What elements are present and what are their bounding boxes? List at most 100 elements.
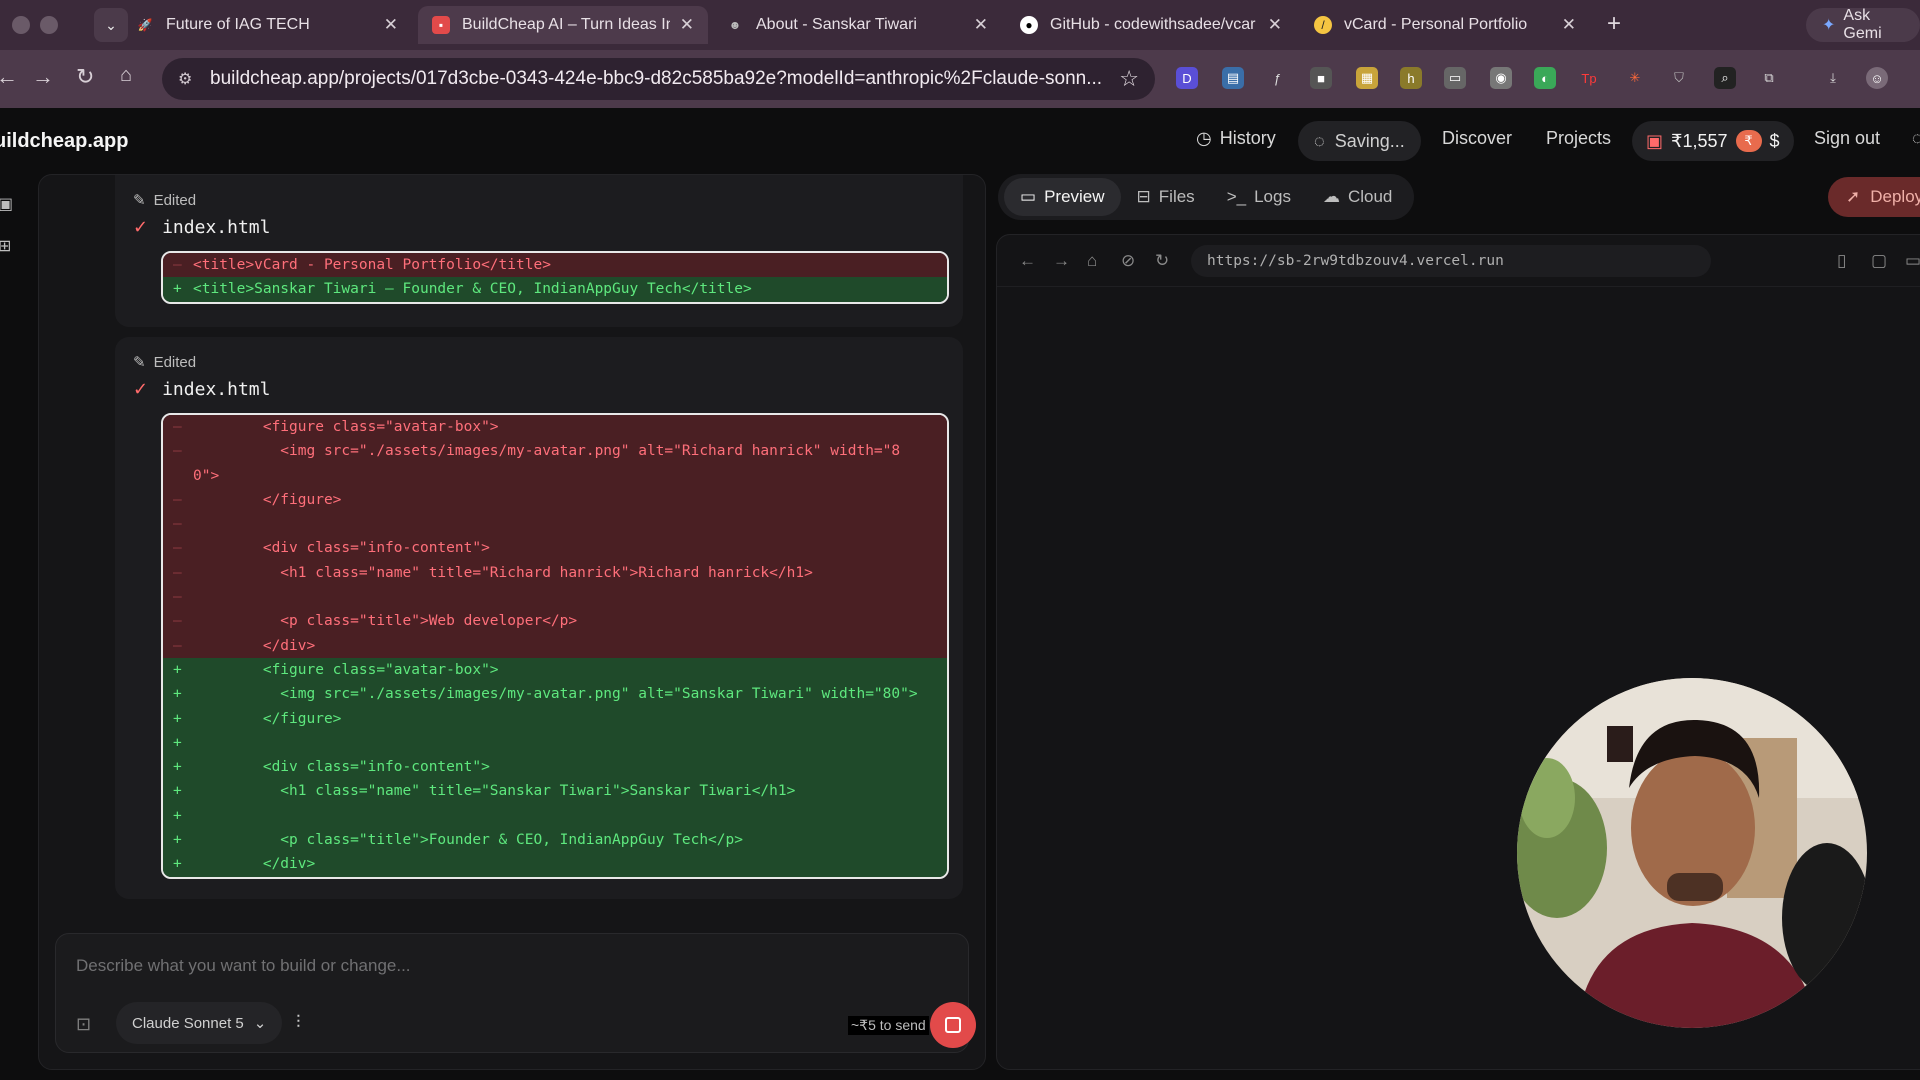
sign-out-button[interactable]: Sign out xyxy=(1814,128,1880,149)
extension-d-icon[interactable]: D xyxy=(1176,67,1198,89)
attach-image-icon[interactable]: ⊡ xyxy=(76,1014,91,1035)
tab-title: About - Sanskar Tiwari xyxy=(756,16,917,33)
ask-gemini-button[interactable]: ✦ Ask Gemi xyxy=(1806,7,1920,42)
tab-future-of-iag-tech[interactable]: 🚀 Future of IAG TECH ✕ xyxy=(122,6,412,44)
settings-icon[interactable]: ◌ xyxy=(1912,128,1920,149)
profile-avatar[interactable]: ☺ xyxy=(1866,67,1888,89)
tab-logs[interactable]: >_ Logs xyxy=(1211,178,1307,216)
extension-burst-icon[interactable]: ✳ xyxy=(1624,67,1646,89)
rocket-icon: ➚ xyxy=(1846,187,1861,206)
extensions-puzzle-icon[interactable]: ⧉ xyxy=(1758,67,1780,89)
compass-icon[interactable]: ⊘ xyxy=(1121,251,1135,271)
settings-sliders-icon[interactable]: ⫶ xyxy=(296,1012,301,1033)
tab-buildcheap[interactable]: ▪ BuildCheap AI – Turn Ideas In ✕ xyxy=(418,6,708,44)
forward-arrow-icon[interactable]: → xyxy=(1053,251,1070,271)
extension-tp-icon[interactable]: Tp xyxy=(1578,67,1600,89)
new-tab-button[interactable]: + xyxy=(1607,10,1621,38)
wallet-icon: ▣ xyxy=(1646,130,1664,151)
projects-link[interactable]: Projects xyxy=(1546,128,1611,149)
edited-file[interactable]: ✓ index.html xyxy=(133,379,270,400)
diff-removed-line: 0"> xyxy=(163,463,947,488)
extension-shield-icon[interactable]: ⛉ xyxy=(1668,67,1690,89)
diff-removed-line: – <div class="info-content"> xyxy=(163,536,947,561)
window-close-dot[interactable] xyxy=(12,16,30,34)
bookmark-star-icon[interactable]: ☆ xyxy=(1119,66,1139,92)
reload-icon[interactable]: ↻ xyxy=(76,64,94,90)
diff-code: <img src="./assets/images/my-avatar.png"… xyxy=(193,686,918,703)
model-selector[interactable]: Claude Sonnet 5 ⌄ xyxy=(116,1002,283,1044)
diff-code: <img src="./assets/images/my-avatar.png"… xyxy=(193,443,901,460)
sidebar-expand-icon[interactable]: ⊞ xyxy=(0,236,11,256)
mobile-view-icon[interactable]: ▯ xyxy=(1837,251,1846,271)
stop-generation-button[interactable] xyxy=(930,1002,976,1048)
diff-code: </figure> xyxy=(193,491,342,508)
diff-block: – <figure class="avatar-box"> – <img src=… xyxy=(161,413,949,879)
tab-files[interactable]: ⊟ Files xyxy=(1121,178,1211,216)
sidebar-toggle-icon[interactable]: ▣ xyxy=(0,194,13,214)
diff-removed-line: – <title>vCard - Personal Portfolio</titl… xyxy=(163,253,947,278)
extension-window-icon[interactable]: ▤ xyxy=(1222,67,1244,89)
diff-added-line: + </figure> xyxy=(163,706,947,731)
site-settings-icon[interactable]: ⚙ xyxy=(178,69,192,89)
diff-added-line: + <figure class="avatar-box"> xyxy=(163,657,947,683)
history-clock-icon: ◷ xyxy=(1196,128,1212,148)
history-button[interactable]: ◷ History xyxy=(1196,128,1276,149)
home-icon[interactable]: ⌂ xyxy=(1087,251,1097,271)
diff-removed-line: – <figure class="avatar-box"> xyxy=(163,415,947,440)
tab-vcard[interactable]: / vCard - Personal Portfolio ✕ xyxy=(1300,6,1590,44)
close-icon[interactable]: ✕ xyxy=(1562,15,1576,35)
deploy-button[interactable]: ➚ Deploy xyxy=(1828,177,1920,217)
diff-code: <h1 class="name" title="Sanskar Tiwari">… xyxy=(193,783,796,800)
home-icon[interactable]: ⌂ xyxy=(120,64,132,87)
diff-sign xyxy=(163,464,193,488)
person-favicon-icon: ☻ xyxy=(728,18,742,32)
address-url-text: buildcheap.app/projects/017d3cbe-0343-42… xyxy=(210,68,1103,89)
extension-printer-icon[interactable]: ▭ xyxy=(1444,67,1466,89)
pencil-icon: ✎ xyxy=(133,192,146,209)
edit-status-label: Edited xyxy=(153,353,197,371)
extension-search-icon[interactable]: ⌕ xyxy=(1714,67,1736,89)
close-icon[interactable]: ✕ xyxy=(384,15,398,35)
app-header: uildcheap.app ◷ History ◌ Saving... Disc… xyxy=(0,108,1920,174)
edited-file[interactable]: ✓ index.html xyxy=(133,217,270,238)
download-icon[interactable]: ⤓ xyxy=(1822,67,1844,89)
app-logo[interactable]: uildcheap.app xyxy=(0,130,128,153)
discover-link[interactable]: Discover xyxy=(1442,128,1512,149)
diff-added-line: + xyxy=(163,803,947,829)
diff-removed-line: – xyxy=(163,512,947,537)
credits-balance[interactable]: ▣ ₹1,557 ₹ $ xyxy=(1632,121,1794,161)
preview-url-field[interactable]: https://sb-2rw9tdbzouv4.vercel.run xyxy=(1191,245,1711,277)
close-icon[interactable]: ✕ xyxy=(680,15,694,35)
diff-sign: + xyxy=(173,734,182,751)
prompt-input[interactable]: Describe what you want to build or chang… xyxy=(76,956,411,976)
back-arrow-icon[interactable]: ← xyxy=(0,64,18,90)
extension-camera-icon[interactable]: ■ xyxy=(1310,67,1332,89)
currency-toggle[interactable]: $ xyxy=(1770,131,1780,152)
forward-arrow-icon[interactable]: → xyxy=(32,64,54,90)
extension-photo-icon[interactable]: ◉ xyxy=(1490,67,1512,89)
tab-about-sanskar[interactable]: ☻ About - Sanskar Tiwari ✕ xyxy=(712,6,1002,44)
rocket-icon: 🚀 xyxy=(137,18,153,32)
diff-removed-line: – </figure> xyxy=(163,487,947,513)
tab-cloud[interactable]: ☁ Cloud xyxy=(1307,178,1408,216)
close-icon[interactable]: ✕ xyxy=(1268,15,1282,35)
window-minimize-dot[interactable] xyxy=(40,16,58,34)
back-arrow-icon[interactable]: ← xyxy=(1019,251,1036,271)
extension-eye-icon[interactable]: ◐ xyxy=(1534,67,1556,89)
refresh-icon[interactable]: ↻ xyxy=(1155,251,1169,271)
diff-sign: + xyxy=(173,856,182,873)
diff-code: <title>vCard - Personal Portfolio</title… xyxy=(193,257,551,273)
extension-image-icon[interactable]: ▦ xyxy=(1356,67,1378,89)
diff-removed-line: – <h1 class="name" title="Richard hanric… xyxy=(163,560,947,586)
extension-formula-icon[interactable]: ƒ xyxy=(1266,67,1288,89)
diff-code: <figure class="avatar-box"> xyxy=(193,419,499,435)
close-icon[interactable]: ✕ xyxy=(974,15,988,35)
tab-preview[interactable]: ▭ Preview xyxy=(1004,178,1121,216)
desktop-view-icon[interactable]: ▭ xyxy=(1905,251,1920,271)
tab-github[interactable]: ● GitHub - codewithsadee/vcar ✕ xyxy=(1006,6,1296,44)
diff-code: <div class="info-content"> xyxy=(193,759,490,776)
tablet-view-icon[interactable]: ▢ xyxy=(1871,251,1887,271)
address-bar[interactable]: ⚙ buildcheap.app/projects/017d3cbe-0343-… xyxy=(162,58,1155,100)
extension-h-icon[interactable]: h xyxy=(1400,67,1422,89)
vcard-favicon-icon: / xyxy=(1314,16,1332,34)
